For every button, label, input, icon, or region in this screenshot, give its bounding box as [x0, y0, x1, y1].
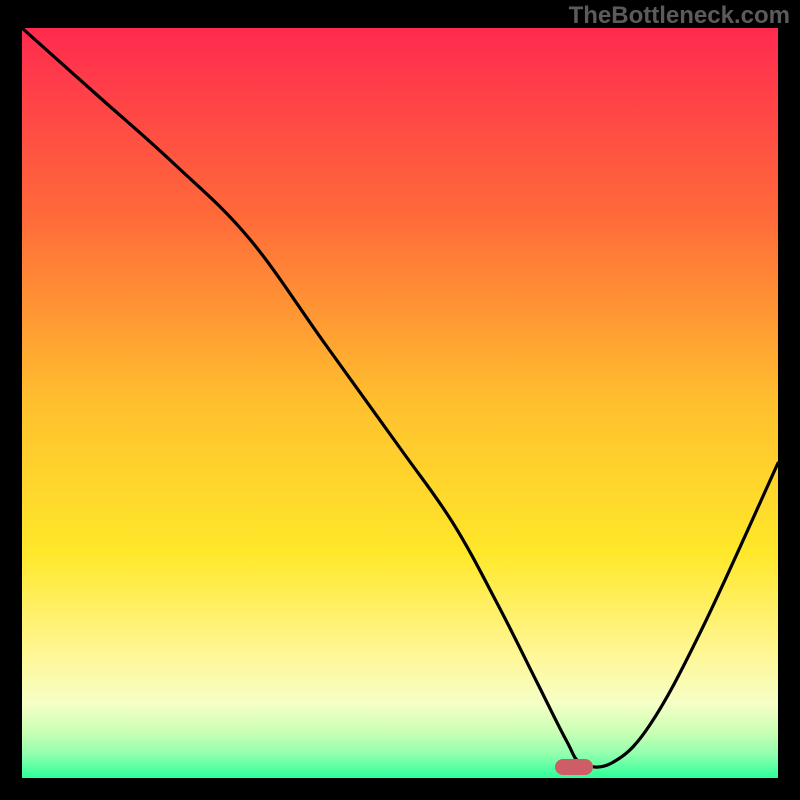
bottleneck-curve-path	[22, 28, 778, 767]
chart-curve	[22, 28, 778, 778]
watermark-text: TheBottleneck.com	[569, 2, 790, 30]
chart-frame	[22, 28, 778, 778]
optimal-marker	[555, 759, 593, 775]
